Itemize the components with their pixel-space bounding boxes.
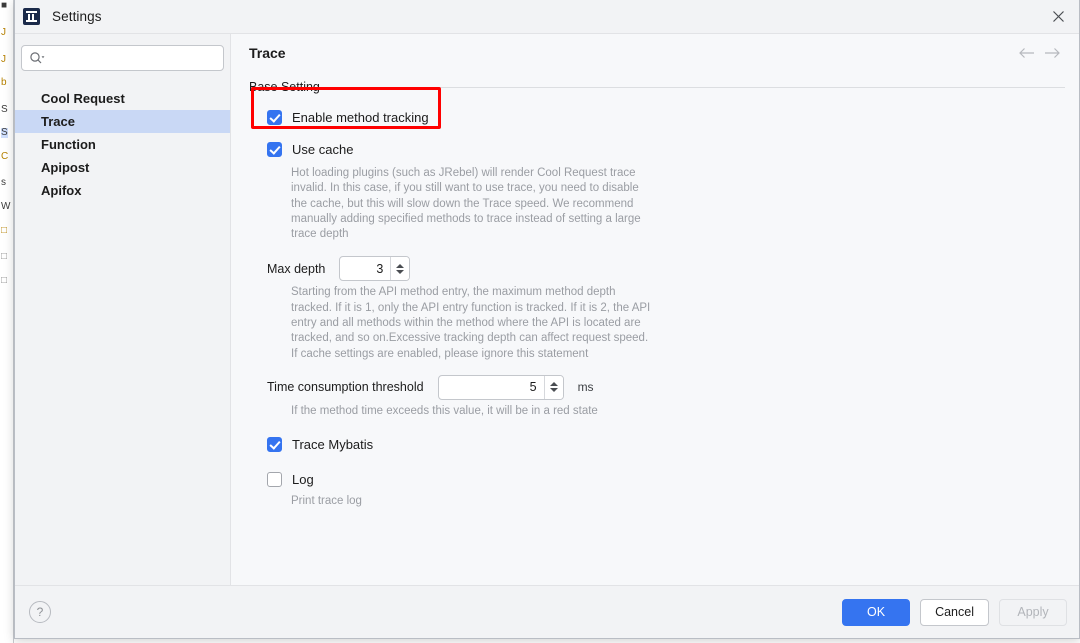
description-log: Print trace log xyxy=(249,494,649,509)
group-header-label: Base Setting xyxy=(249,80,320,94)
checkbox-label-use-cache: Use cache xyxy=(292,142,353,157)
search-dropdown-icon xyxy=(29,51,46,65)
ide-tree-row: S xyxy=(1,128,8,138)
description-time-threshold: If the method time exceeds this value, i… xyxy=(249,404,679,419)
ide-tree-row: ■ xyxy=(1,1,7,11)
checkbox-row-log[interactable]: Log xyxy=(249,466,1065,492)
search-input[interactable] xyxy=(46,46,216,70)
checkbox-label-trace-mybatis: Trace Mybatis xyxy=(292,437,373,452)
arrow-left-icon[interactable] xyxy=(1013,40,1039,66)
settings-content-pane: Trace Base Setting xyxy=(230,34,1079,585)
intellij-idea-icon xyxy=(23,8,40,25)
sidebar-item-trace[interactable]: Trace xyxy=(15,110,230,133)
stepper-up-icon[interactable] xyxy=(396,264,404,268)
ide-tree-row: W xyxy=(1,202,10,212)
checkbox-row-use-cache[interactable]: Use cache xyxy=(249,136,1065,162)
ide-tree-row: □ xyxy=(1,226,7,236)
sidebar-item-apipost[interactable]: Apipost xyxy=(15,156,230,179)
description-max-depth: Starting from the API method entry, the … xyxy=(249,285,654,361)
checkbox-use-cache[interactable] xyxy=(267,142,282,157)
search-box[interactable] xyxy=(21,45,224,71)
ide-tree-row: □ xyxy=(1,252,7,262)
stepper-down-icon[interactable] xyxy=(396,270,404,274)
description-use-cache: Hot loading plugins (such as JRebel) wil… xyxy=(249,166,649,242)
field-row-time-consumption-threshold: Time consumption threshold ms xyxy=(249,375,1065,400)
sidebar-item-cool-request[interactable]: Cool Request xyxy=(15,87,230,110)
settings-nav-list: Cool Request Trace Function Apipost Apif… xyxy=(15,87,230,202)
arrow-right-icon[interactable] xyxy=(1039,40,1065,66)
sidebar-item-label: Cool Request xyxy=(41,91,125,106)
sidebar-item-function[interactable]: Function xyxy=(15,133,230,156)
ok-button-label: OK xyxy=(867,605,885,619)
dialog-body: Cool Request Trace Function Apipost Apif… xyxy=(15,34,1079,585)
field-label-max-depth: Max depth xyxy=(267,262,325,276)
sidebar-item-label: Apifox xyxy=(41,183,81,198)
close-icon[interactable] xyxy=(1043,4,1073,30)
max-depth-stepper[interactable] xyxy=(390,257,409,280)
ok-button[interactable]: OK xyxy=(842,599,910,626)
ide-tree-row: b xyxy=(1,78,7,88)
stepper-up-icon[interactable] xyxy=(550,382,558,386)
settings-dialog: Settings xyxy=(14,0,1080,639)
sidebar-item-label: Apipost xyxy=(41,160,89,175)
sidebar-item-label: Function xyxy=(41,137,96,152)
ide-tree-row: □ xyxy=(1,276,7,286)
ide-tree-row: J xyxy=(1,55,6,65)
checkbox-row-trace-mybatis[interactable]: Trace Mybatis xyxy=(249,431,1065,457)
time-threshold-spinner[interactable] xyxy=(438,375,564,400)
dialog-title: Settings xyxy=(52,9,102,24)
help-icon-label: ? xyxy=(37,605,44,619)
field-label-time-consumption-threshold: Time consumption threshold xyxy=(267,380,424,394)
ide-tree-row: C xyxy=(1,152,8,162)
group-header-divider xyxy=(328,87,1065,88)
group-header-base-setting: Base Setting xyxy=(249,78,1065,96)
checkbox-row-enable-method-tracking[interactable]: Enable method tracking xyxy=(249,104,1065,130)
sidebar-item-label: Trace xyxy=(41,114,75,129)
time-threshold-input[interactable] xyxy=(439,376,544,399)
ide-tree-row: s xyxy=(1,178,6,188)
settings-sidebar: Cool Request Trace Function Apipost Apif… xyxy=(15,34,230,585)
time-threshold-stepper[interactable] xyxy=(544,376,563,399)
apply-button-label: Apply xyxy=(1017,605,1048,619)
content-header: Trace xyxy=(231,34,1079,72)
max-depth-spinner[interactable] xyxy=(339,256,410,281)
ide-tree-row: J xyxy=(1,28,6,38)
max-depth-input[interactable] xyxy=(340,257,390,280)
checkbox-label-log: Log xyxy=(292,472,314,487)
checkbox-log[interactable] xyxy=(267,472,282,487)
cancel-button[interactable]: Cancel xyxy=(920,599,989,626)
dialog-footer: ? OK Cancel Apply xyxy=(15,585,1079,638)
checkbox-label-enable-method-tracking: Enable method tracking xyxy=(292,110,429,125)
field-row-max-depth: Max depth xyxy=(249,256,1065,281)
content-scroll-area: Base Setting Enable method tracking Use … xyxy=(231,72,1079,585)
ide-project-tree-strip: ■ J Jb S S Cs W □ □ □ xyxy=(0,0,14,643)
search-wrapper xyxy=(15,45,230,71)
apply-button: Apply xyxy=(999,599,1067,626)
stepper-down-icon[interactable] xyxy=(550,388,558,392)
checkbox-enable-method-tracking[interactable] xyxy=(267,110,282,125)
cancel-button-label: Cancel xyxy=(935,605,974,619)
page-title: Trace xyxy=(249,45,286,61)
checkbox-trace-mybatis[interactable] xyxy=(267,437,282,452)
ide-tree-row: S xyxy=(1,105,8,115)
sidebar-item-apifox[interactable]: Apifox xyxy=(15,179,230,202)
unit-label-ms: ms xyxy=(578,380,594,394)
help-icon[interactable]: ? xyxy=(29,601,51,623)
dialog-title-bar: Settings xyxy=(15,0,1079,34)
